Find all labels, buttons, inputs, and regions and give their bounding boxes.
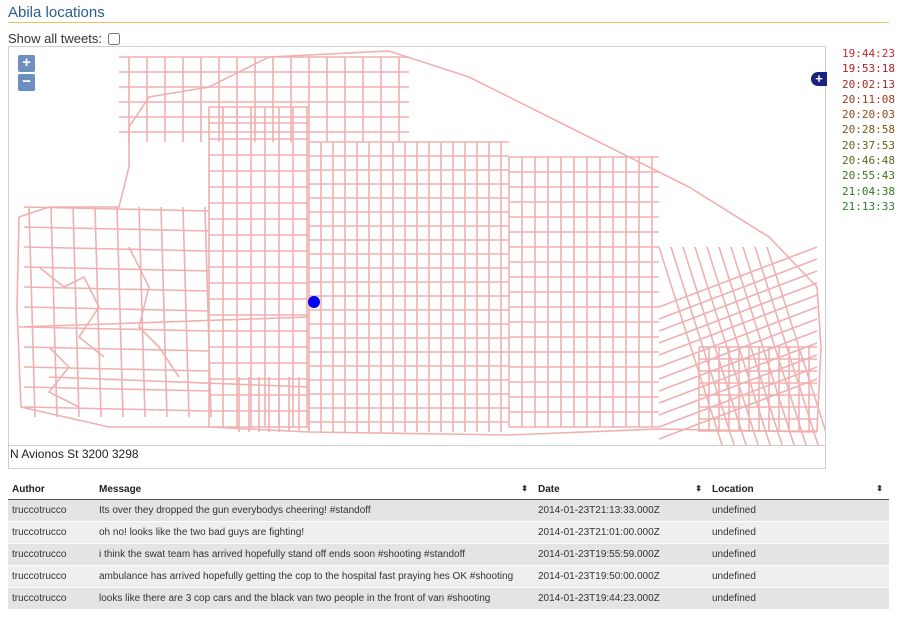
timeline-list: 19:44:23 19:53:18 20:02:13 20:11:08 20:20:03…: [842, 46, 895, 214]
timeline-time[interactable]: 20:46:48: [842, 153, 895, 168]
column-message-label: Message: [99, 483, 142, 495]
timeline-time[interactable]: 20:11:08: [842, 92, 895, 107]
sort-icon[interactable]: ⬍: [695, 484, 702, 493]
column-message[interactable]: Message ⬍: [95, 479, 534, 500]
cell-date: 2014-01-23T21:01:00.000Z: [534, 521, 708, 544]
cell-message: oh no! looks like the two bad guys are f…: [95, 521, 534, 544]
cell-location: undefined: [708, 521, 889, 544]
cell-author: truccotrucco: [8, 565, 95, 588]
timeline-time[interactable]: 20:55:43: [842, 168, 895, 183]
show-all-checkbox[interactable]: [107, 32, 120, 45]
page-title: Abila locations: [8, 4, 105, 21]
cell-message: looks like there are 3 cop cars and the …: [95, 587, 534, 610]
timeline-time[interactable]: 20:37:53: [842, 138, 895, 153]
layer-switcher-button[interactable]: +: [811, 72, 827, 86]
table-row[interactable]: truccotrucco looks like there are 3 cop c…: [8, 587, 889, 610]
map-panel[interactable]: + −: [8, 46, 826, 446]
cell-date: 2014-01-23T19:44:23.000Z: [534, 587, 708, 610]
table-row[interactable]: truccotrucco Its over they dropped the gu…: [8, 499, 889, 522]
title-divider: [8, 22, 889, 23]
cell-author: truccotrucco: [8, 543, 95, 566]
timeline-time[interactable]: 20:28:58: [842, 122, 895, 137]
street-network: [16, 50, 825, 445]
table-header-row: Author Message ⬍ Date ⬍ Location ⬍: [8, 479, 889, 500]
cell-date: 2014-01-23T21:13:33.000Z: [534, 499, 708, 522]
zoom-out-button[interactable]: −: [18, 74, 35, 91]
column-author[interactable]: Author: [8, 479, 95, 500]
column-location-label: Location: [712, 483, 754, 495]
cell-date: 2014-01-23T19:55:59.000Z: [534, 543, 708, 566]
cell-author: truccotrucco: [8, 499, 95, 522]
location-text: N Avionos St 3200 3298: [10, 447, 139, 461]
cell-location: undefined: [708, 499, 889, 522]
street-map[interactable]: [9, 47, 825, 445]
cell-date: 2014-01-23T19:50:00.000Z: [534, 565, 708, 588]
timeline-time[interactable]: 19:44:23: [842, 46, 895, 61]
cell-message: i think the swat team has arrived hopefu…: [95, 543, 534, 566]
sort-icon[interactable]: ⬍: [876, 484, 883, 493]
show-all-tweets[interactable]: Show all tweets:: [8, 31, 120, 46]
tweets-table: Author Message ⬍ Date ⬍ Location ⬍ truccotr…: [8, 479, 889, 610]
table-row[interactable]: truccotrucco ambulance has arrived hopefu…: [8, 565, 889, 588]
column-date-label: Date: [538, 483, 560, 495]
timeline-time[interactable]: 21:13:33: [842, 199, 895, 214]
show-all-label: Show all tweets:: [8, 31, 102, 46]
column-location[interactable]: Location ⬍: [708, 479, 889, 500]
zoom-in-button[interactable]: +: [18, 55, 35, 72]
column-author-label: Author: [12, 483, 45, 495]
timeline-time[interactable]: 20:20:03: [842, 107, 895, 122]
table-row[interactable]: truccotrucco oh no! looks like the two ba…: [8, 521, 889, 544]
sort-icon[interactable]: ⬍: [521, 484, 528, 493]
timeline-time[interactable]: 20:02:13: [842, 77, 895, 92]
table-row[interactable]: truccotrucco i think the swat team has ar…: [8, 543, 889, 566]
cell-location: undefined: [708, 565, 889, 588]
cell-message: Its over they dropped the gun everybodys…: [95, 499, 534, 522]
cell-author: truccotrucco: [8, 521, 95, 544]
cell-location: undefined: [708, 587, 889, 610]
location-readout: N Avionos St 3200 3298: [8, 445, 826, 469]
cell-location: undefined: [708, 543, 889, 566]
timeline-time[interactable]: 19:53:18: [842, 61, 895, 76]
timeline-time[interactable]: 21:04:38: [842, 184, 895, 199]
location-marker[interactable]: [308, 296, 320, 308]
column-date[interactable]: Date ⬍: [534, 479, 708, 500]
cell-author: truccotrucco: [8, 587, 95, 610]
cell-message: ambulance has arrived hopefully getting …: [95, 565, 534, 588]
